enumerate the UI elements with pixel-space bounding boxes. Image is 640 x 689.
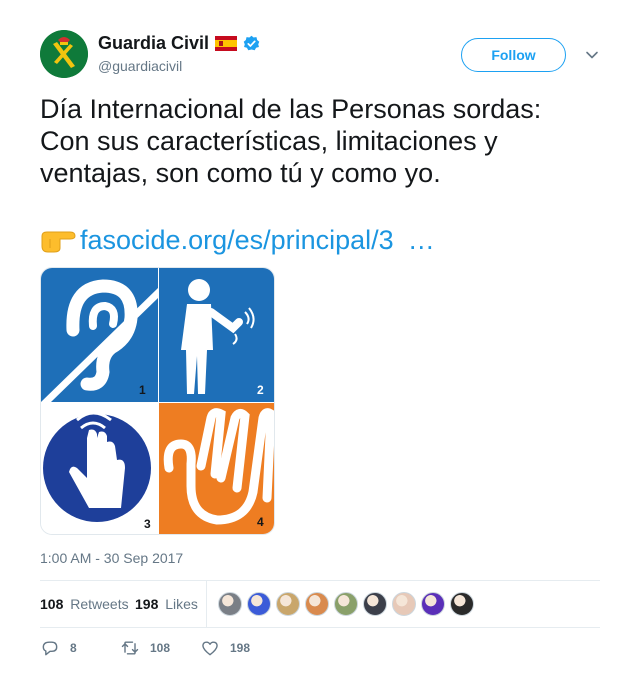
tweet-media-image[interactable]: 1 2 3 4 <box>40 267 275 535</box>
tweet-actions: 8 108 198 <box>40 638 600 662</box>
tweet-text-line: ventajas, son como tú y como yo. <box>40 158 441 188</box>
retweet-icon <box>121 641 139 655</box>
follow-button[interactable]: Follow <box>461 38 566 72</box>
liker-avatar[interactable] <box>247 592 271 616</box>
media-panel-1: 1 <box>41 268 158 402</box>
tweet-stats: 108 Retweets 198 Likes <box>40 580 600 628</box>
reply-icon <box>42 641 58 656</box>
liker-avatar[interactable] <box>276 592 300 616</box>
stats-divider <box>206 581 207 627</box>
liker-avatar[interactable] <box>363 592 387 616</box>
liker-avatars <box>218 592 474 616</box>
media-panel-4: 4 <box>159 403 274 534</box>
link-ellipsis: … <box>407 225 435 255</box>
tweet-header: Guardia Civil @guardiacivil Follow <box>40 30 600 82</box>
likes-count: 198 <box>135 596 159 612</box>
retweet-count: 108 <box>150 641 171 655</box>
retweets-stat[interactable]: 108 Retweets <box>40 596 129 612</box>
chevron-down-icon[interactable] <box>584 47 600 63</box>
guardia-civil-emblem-icon <box>40 30 88 78</box>
tweet-timestamp[interactable]: 1:00 AM - 30 Sep 2017 <box>40 550 183 566</box>
tweet-text-line: Día Internacional de las Personas sordas… <box>40 94 542 124</box>
likes-label: Likes <box>165 596 198 612</box>
media-panel-3: 3 <box>41 403 158 534</box>
backhand-index-pointing-right-icon <box>41 231 76 253</box>
tweet-link-line: fasocide.org/es/principal/3 … <box>40 222 435 258</box>
verified-badge-icon <box>243 35 260 50</box>
like-button[interactable]: 198 <box>200 638 250 658</box>
heart-icon <box>202 641 218 656</box>
reply-button[interactable]: 8 <box>40 638 77 658</box>
liker-avatar[interactable] <box>305 592 329 616</box>
liker-avatar[interactable] <box>392 592 416 616</box>
panel-number: 4 <box>257 515 264 529</box>
tweet-link[interactable]: fasocide.org/es/principal/3 <box>80 222 394 258</box>
retweets-label: Retweets <box>70 596 129 612</box>
display-name-row: Guardia Civil <box>98 32 260 54</box>
tweet-text-line: Con sus características, limitaciones y <box>40 126 498 156</box>
liker-avatar[interactable] <box>450 592 474 616</box>
retweets-count: 108 <box>40 596 64 612</box>
user-names: Guardia Civil @guardiacivil <box>98 32 260 74</box>
spain-flag-icon <box>215 35 238 51</box>
deaf-symbols-image: 1 2 3 4 <box>41 268 274 534</box>
panel-number: 3 <box>144 517 151 531</box>
media-panel-2: 2 <box>159 268 274 402</box>
liker-avatar[interactable] <box>421 592 445 616</box>
display-name[interactable]: Guardia Civil <box>98 33 209 54</box>
panel-number: 2 <box>257 383 264 397</box>
tweet-text: Día Internacional de las Personas sordas… <box>40 93 600 189</box>
panel-number: 1 <box>139 383 146 397</box>
avatar[interactable] <box>40 30 88 78</box>
likes-stat[interactable]: 198 Likes <box>135 596 198 612</box>
liker-avatar[interactable] <box>218 592 242 616</box>
liker-avatar[interactable] <box>334 592 358 616</box>
reply-count: 8 <box>70 641 77 655</box>
like-count: 198 <box>230 641 251 655</box>
retweet-button[interactable]: 108 <box>120 638 170 658</box>
user-handle[interactable]: @guardiacivil <box>98 58 260 74</box>
